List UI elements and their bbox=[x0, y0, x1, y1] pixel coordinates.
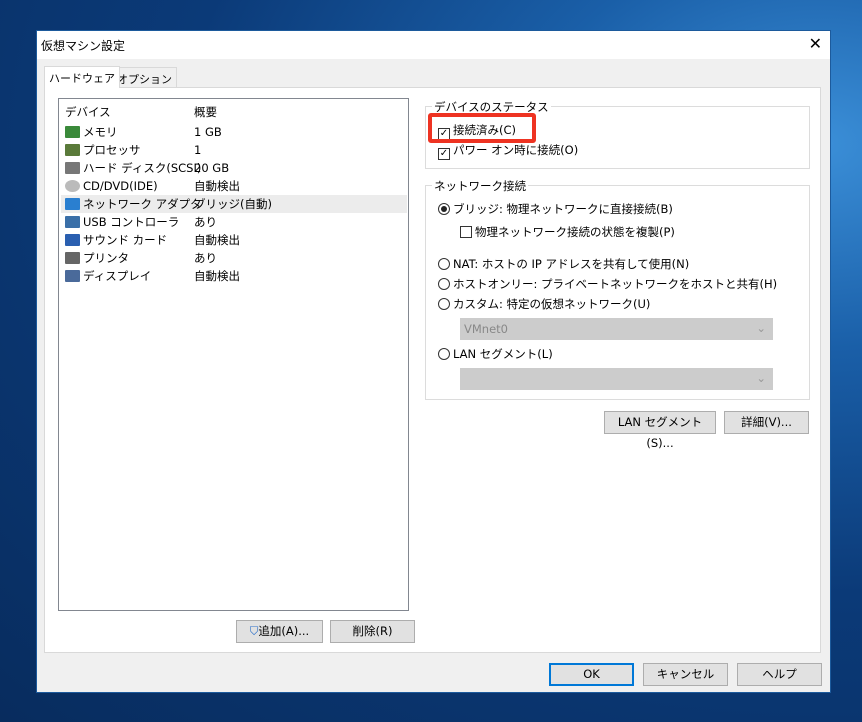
network-connection-group: ネットワーク接続 ブリッジ: 物理ネットワークに直接接続(B) 物理ネットワーク… bbox=[425, 178, 810, 400]
lan-segment-radio[interactable]: LAN セグメント(L) bbox=[438, 346, 553, 362]
device-row[interactable]: ネットワーク アダプタ ブリッジ(自動) bbox=[61, 195, 407, 213]
add-device-button[interactable]: ⛉追加(A)... bbox=[236, 620, 323, 643]
cancel-button[interactable]: キャンセル bbox=[643, 663, 728, 686]
radio-icon bbox=[438, 348, 450, 360]
device-name: CD/DVD(IDE) bbox=[83, 179, 158, 193]
network-adapter-icon bbox=[65, 198, 80, 210]
checkbox-checked-icon: ✓ bbox=[438, 148, 450, 160]
network-connection-title: ネットワーク接続 bbox=[432, 178, 528, 194]
lan-segment-select[interactable]: ⌄ bbox=[460, 368, 773, 390]
device-row[interactable]: メモリ 1 GB bbox=[61, 123, 407, 141]
device-list[interactable]: デバイス 概要 メモリ 1 GB プロセッサ 1 ハード ディスク(SCSI) 20 GB… bbox=[58, 98, 409, 611]
device-summary: あり bbox=[194, 251, 217, 265]
remove-device-button[interactable]: 削除(R) bbox=[330, 620, 415, 643]
column-summary[interactable]: 概要 bbox=[194, 103, 217, 121]
device-summary: 1 GB bbox=[194, 125, 222, 139]
chevron-down-icon: ⌄ bbox=[756, 371, 766, 385]
nat-radio[interactable]: NAT: ホストの IP アドレスを共有して使用(N) bbox=[438, 256, 689, 272]
radio-icon bbox=[438, 278, 450, 290]
device-name: ネットワーク アダプタ bbox=[83, 197, 202, 211]
device-row[interactable]: プロセッサ 1 bbox=[61, 141, 407, 159]
tab-hardware[interactable]: ハードウェア bbox=[44, 66, 120, 88]
advanced-button[interactable]: 詳細(V)... bbox=[724, 411, 809, 434]
close-icon[interactable]: ✕ bbox=[809, 34, 822, 53]
device-name: サウンド カード bbox=[83, 233, 168, 247]
checkbox-unchecked-icon bbox=[460, 226, 472, 238]
ok-button[interactable]: OK bbox=[549, 663, 634, 686]
lan-segments-button[interactable]: LAN セグメント(S)... bbox=[604, 411, 716, 450]
device-name: ディスプレイ bbox=[83, 269, 152, 283]
hard-disk-icon bbox=[65, 162, 80, 174]
processor-icon bbox=[65, 144, 80, 156]
device-row[interactable]: USB コントローラ あり bbox=[61, 213, 407, 231]
radio-icon bbox=[438, 298, 450, 310]
device-name: プロセッサ bbox=[83, 143, 141, 157]
help-button[interactable]: ヘルプ bbox=[737, 663, 822, 686]
window-title: 仮想マシン設定 bbox=[41, 39, 126, 53]
hardware-panel: デバイス 概要 メモリ 1 GB プロセッサ 1 ハード ディスク(SCSI) 20 GB… bbox=[44, 87, 821, 653]
device-summary: 20 GB bbox=[194, 161, 230, 175]
title-bar: 仮想マシン設定 ✕ bbox=[37, 31, 830, 59]
sound-icon bbox=[65, 234, 80, 246]
device-row[interactable]: ハード ディスク(SCSI) 20 GB bbox=[61, 159, 407, 177]
custom-radio[interactable]: カスタム: 特定の仮想ネットワーク(U) bbox=[438, 296, 650, 312]
device-summary: 1 bbox=[194, 143, 202, 157]
device-row[interactable]: プリンタ あり bbox=[61, 249, 407, 267]
device-row[interactable]: ディスプレイ 自動検出 bbox=[61, 267, 407, 285]
connect-at-power-on-checkbox[interactable]: ✓ パワー オン時に接続(O) bbox=[438, 142, 578, 160]
cd-dvd-icon bbox=[65, 180, 80, 192]
bridged-radio[interactable]: ブリッジ: 物理ネットワークに直接接続(B) bbox=[438, 201, 673, 217]
vm-settings-dialog: 仮想マシン設定 ✕ ハードウェア オプション デバイス 概要 メモリ 1 GB プロ… bbox=[36, 30, 831, 693]
device-name: プリンタ bbox=[83, 251, 129, 265]
device-summary: 自動検出 bbox=[194, 233, 240, 247]
printer-icon bbox=[65, 252, 80, 264]
list-header: デバイス 概要 bbox=[61, 103, 407, 123]
tab-options[interactable]: オプション bbox=[112, 67, 177, 88]
display-icon bbox=[65, 270, 80, 282]
replicate-state-checkbox[interactable]: 物理ネットワーク接続の状態を複製(P) bbox=[460, 224, 675, 240]
device-summary: ブリッジ(自動) bbox=[194, 197, 272, 211]
memory-icon bbox=[65, 126, 80, 138]
usb-icon bbox=[65, 216, 80, 228]
chevron-down-icon: ⌄ bbox=[756, 321, 766, 335]
device-row[interactable]: サウンド カード 自動検出 bbox=[61, 231, 407, 249]
custom-network-select[interactable]: VMnet0 ⌄ bbox=[460, 318, 773, 340]
radio-icon bbox=[438, 258, 450, 270]
device-name: ハード ディスク(SCSI) bbox=[83, 161, 202, 175]
radio-selected-icon bbox=[438, 203, 450, 215]
red-highlight-box bbox=[428, 113, 536, 143]
device-name: メモリ bbox=[83, 125, 118, 139]
device-summary: あり bbox=[194, 215, 217, 229]
device-name: USB コントローラ bbox=[83, 215, 180, 229]
device-summary: 自動検出 bbox=[194, 179, 240, 193]
device-summary: 自動検出 bbox=[194, 269, 240, 283]
column-device[interactable]: デバイス bbox=[65, 103, 111, 121]
device-row[interactable]: CD/DVD(IDE) 自動検出 bbox=[61, 177, 407, 195]
host-only-radio[interactable]: ホストオンリー: プライベートネットワークをホストと共有(H) bbox=[438, 276, 777, 292]
